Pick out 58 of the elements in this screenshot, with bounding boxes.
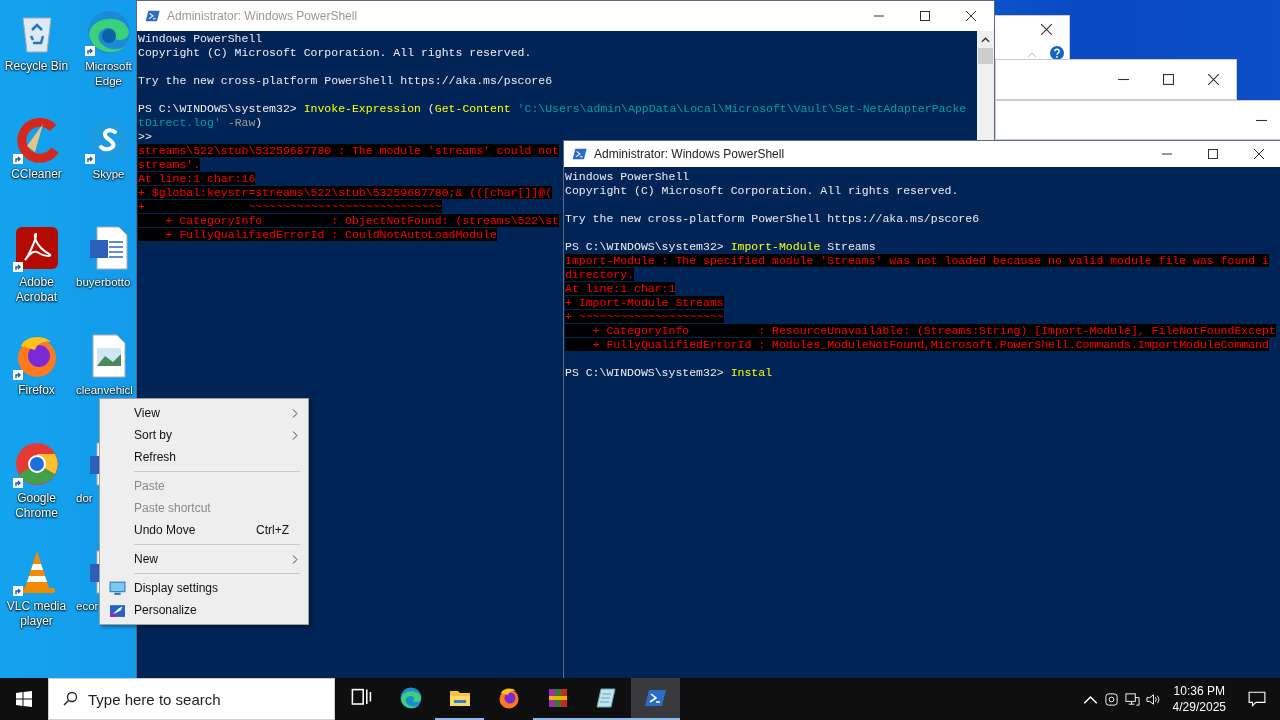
desktop-icon-label[interactable]: buyerbotto [76, 275, 131, 290]
console-text: Get-Content [434, 102, 511, 115]
search-field[interactable]: Type here to search [48, 678, 335, 720]
console-text: -Raw [226, 116, 256, 129]
menu-item[interactable]: Undo Move Ctrl+Z [100, 519, 308, 541]
window-title: Administrator: Windows PowerShell [167, 9, 358, 23]
console-text: PS C:\WINDOWS\system32> [565, 240, 725, 253]
console-text: Try the new cross-platform PowerShell https://aka.ms/pscore6 [138, 74, 553, 87]
desktop-icon-label[interactable]: Recycle Bin [0, 59, 73, 74]
error-text: directory. [565, 268, 634, 281]
console-text: Import-Module [730, 240, 821, 253]
console-text: Streams [826, 240, 876, 253]
error-text: At line:1 char:1 [565, 282, 676, 295]
desktop-icon-label[interactable]: dor [76, 491, 93, 506]
error-text: + $global:keystr=streams\522\stub\53259687780;& (([char[]]@( [138, 186, 553, 199]
error-text: + ~~~~~~~~~~~~~~~~~~~~~~~~~~~~ [138, 200, 442, 213]
desktop-icon-label[interactable]: Microsoft Edge [81, 59, 136, 89]
menu-item[interactable]: New [100, 548, 308, 570]
menu-item[interactable]: Personalize [100, 599, 308, 621]
console-text: ( [426, 102, 435, 115]
desktop-icon-label[interactable]: VLC media player [0, 599, 73, 629]
desktop-icon-label[interactable]: cleanvehicl [76, 383, 133, 398]
console-text: Try the new cross-platform PowerShell https://aka.ms/pscore6 [565, 212, 980, 225]
error-text: + CategoryInfo : ObjectNotFound: (streams\522\st [138, 214, 559, 227]
console-text: PS C:\WINDOWS\system32> [138, 102, 298, 115]
console-text: Copyright (C) Microsoft Corporation. All rights reserved. [138, 46, 532, 59]
console-text: ) [255, 116, 263, 129]
error-text: + CategoryInfo : ResourceUnavailable: (Streams:String) [Import-Module], FileNotFoundExcept [565, 324, 1276, 337]
error-text: streams'. [138, 158, 201, 171]
error-text: + ~~~~~~~~~~~~~~~~~~~~~ [565, 310, 724, 323]
desktop-icon-label[interactable]: CCleaner [0, 167, 73, 182]
console-text: Invoke-Expression [303, 102, 421, 115]
console-text: Copyright (C) Microsoft Corporation. All rights reserved. [565, 184, 959, 197]
console-text: Instal [730, 366, 773, 379]
console-text: tDirect.log' [138, 116, 221, 129]
console-text: 'C:\Users\admin\AppData\Local\Microsoft\Vault\Set-NetAdapterPacke [516, 102, 967, 115]
error-text: + FullyQualifiedErrorId : CouldNotAutoLoadModule [138, 228, 497, 241]
desktop-icon-label[interactable]: Firefox [0, 383, 73, 398]
clock-time[interactable]: 10:36 PM [1173, 683, 1225, 699]
error-text: Import-Module : The specified module 'Streams' was not loaded because no valid module file was found i [565, 254, 1269, 267]
menu-item[interactable]: Sort by [100, 424, 308, 446]
menu-item[interactable]: Display settings [100, 577, 308, 599]
console-text: PS C:\WINDOWS\system32> [565, 366, 725, 379]
desktop-icon-label[interactable]: Skype [92, 167, 125, 182]
error-text: streams\522\stub\53259687780 : The module 'streams' could not [138, 144, 559, 157]
desktop-icon-label[interactable]: ecor [76, 599, 99, 614]
error-text: + Import-Module Streams [565, 296, 724, 309]
clock-date[interactable]: 4/29/2025 [1172, 699, 1226, 715]
error-text: At line:1 char:16 [138, 172, 256, 185]
desktop-icon-label[interactable]: Adobe Acrobat [0, 275, 73, 305]
menu-item[interactable]: Refresh [100, 446, 308, 468]
console-text: Windows PowerShell [565, 170, 690, 183]
desktop-icon-label[interactable]: Google Chrome [0, 491, 73, 521]
console-text: >> [138, 130, 152, 143]
console-text: Windows PowerShell [138, 32, 263, 45]
menu-item[interactable]: View [100, 402, 308, 424]
error-text: + FullyQualifiedErrorId : Modules_ModuleNotFound,Microsoft.PowerShell.Commands.ImportModuleCommand [565, 338, 1269, 351]
window-title: Administrator: Windows PowerShell [594, 147, 785, 161]
